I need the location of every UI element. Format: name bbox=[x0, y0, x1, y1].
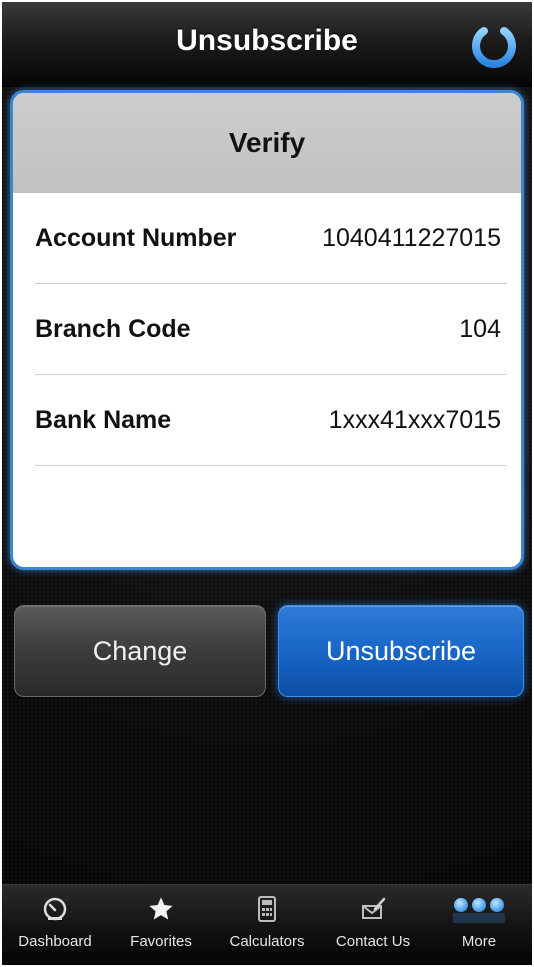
account-number-row: Account Number 1040411227015 bbox=[35, 193, 507, 284]
power-icon bbox=[472, 19, 516, 68]
tab-label-dashboard: Dashboard bbox=[18, 933, 92, 950]
branch-code-label: Branch Code bbox=[35, 314, 191, 343]
power-button[interactable] bbox=[468, 18, 520, 70]
card-title: Verify bbox=[13, 93, 521, 193]
tab-label-favorites: Favorites bbox=[130, 933, 192, 950]
branch-code-row: Branch Code 104 bbox=[35, 284, 507, 375]
bank-name-row: Bank Name 1xxx41xxx7015 bbox=[35, 375, 507, 466]
star-icon bbox=[149, 897, 173, 920]
calculator-icon bbox=[258, 896, 276, 922]
tab-calculators[interactable]: Calculators bbox=[214, 885, 320, 965]
speedometer-icon bbox=[43, 897, 67, 921]
envelope-pen-icon bbox=[362, 897, 386, 919]
account-number-value: 1040411227015 bbox=[322, 223, 501, 252]
bank-name-label: Bank Name bbox=[35, 405, 172, 434]
account-number-label: Account Number bbox=[35, 223, 237, 252]
nav-bar: Unsubscribe bbox=[2, 2, 532, 87]
tab-label-contact-us: Contact Us bbox=[335, 933, 411, 950]
more-dots-icon bbox=[453, 898, 505, 923]
tab-bar: Dashboard Favorites Calculators Contact … bbox=[2, 884, 532, 965]
tab-favorites[interactable]: Favorites bbox=[108, 885, 214, 965]
tab-label-calculators: Calculators bbox=[229, 933, 305, 950]
tab-more[interactable]: More bbox=[426, 885, 532, 965]
verify-card: Verify Account Number 1040411227015 Bran… bbox=[10, 90, 524, 570]
tab-dashboard[interactable]: Dashboard bbox=[2, 885, 108, 965]
unsubscribe-button[interactable]: Unsubscribe bbox=[278, 605, 524, 697]
tab-contact-us[interactable]: Contact Us bbox=[320, 885, 426, 965]
page-title: Unsubscribe bbox=[176, 24, 358, 57]
tab-label-more: More bbox=[461, 933, 497, 950]
branch-code-value: 104 bbox=[459, 314, 501, 343]
change-button[interactable]: Change bbox=[14, 605, 266, 697]
app-screen: Unsubscribe Verify Account Number 104041… bbox=[2, 2, 532, 965]
bank-name-value: 1xxx41xxx7015 bbox=[328, 405, 501, 434]
